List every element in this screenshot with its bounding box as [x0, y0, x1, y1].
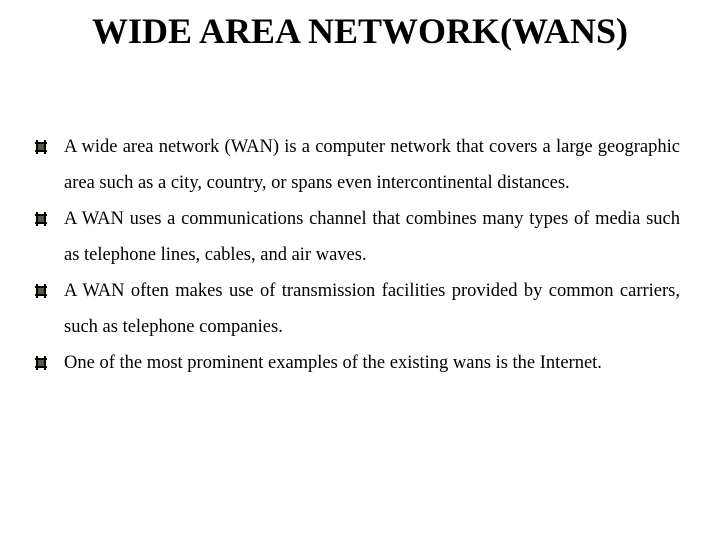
bullet-text: A WAN uses a communications channel that…	[64, 209, 680, 265]
bullet-item: A WAN uses a communications channel that…	[35, 201, 680, 273]
bullet-item: A wide area network (WAN) is a computer …	[35, 129, 680, 201]
square-bullet-icon	[35, 284, 47, 298]
bullet-text: One of the most prominent examples of th…	[64, 353, 602, 373]
bullet-item: A WAN often makes use of transmission fa…	[35, 273, 680, 345]
bullet-list: A wide area network (WAN) is a computer …	[35, 129, 680, 381]
square-bullet-icon	[35, 140, 47, 154]
bullet-item: One of the most prominent examples of th…	[35, 345, 680, 381]
slide-title: WIDE AREA NETWORK(WANS)	[91, 11, 629, 51]
bullet-text: A WAN often makes use of transmission fa…	[64, 281, 680, 337]
square-bullet-icon	[35, 356, 47, 370]
bullet-text: A wide area network (WAN) is a computer …	[64, 137, 680, 193]
square-bullet-icon	[35, 212, 47, 226]
